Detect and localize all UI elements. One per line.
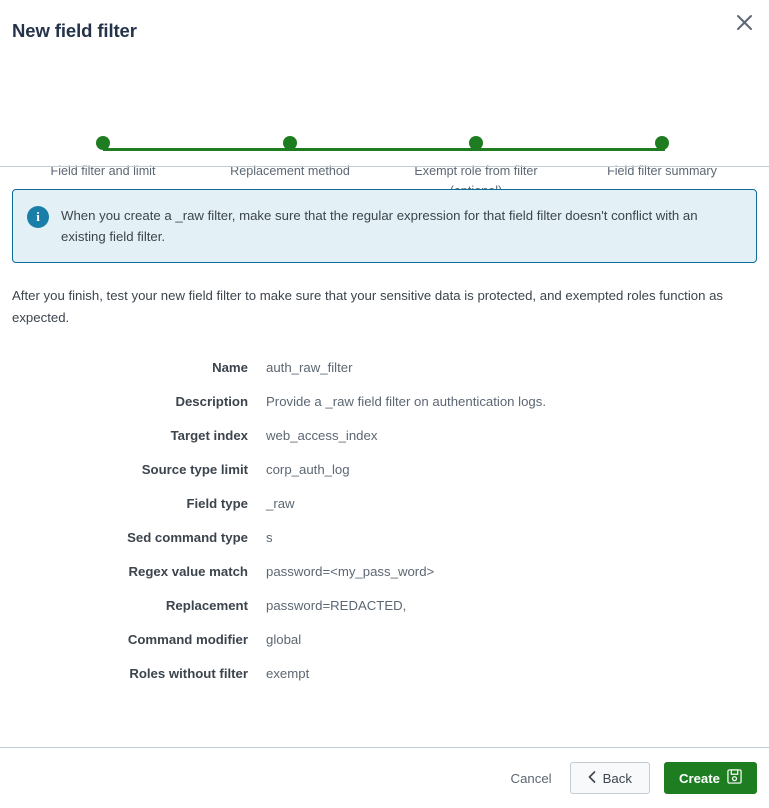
summary-value: global — [266, 632, 302, 647]
summary-value: web_access_index — [266, 428, 378, 443]
summary-label: Sed command type — [127, 530, 248, 545]
new-field-filter-modal: New field filter Field filter and limit … — [0, 0, 769, 808]
summary-label: Name — [212, 360, 248, 375]
summary-label: Field type — [186, 496, 248, 511]
info-banner-text: When you create a _raw filter, make sure… — [61, 208, 698, 244]
modal-body: i When you create a _raw filter, make su… — [0, 167, 769, 747]
cancel-button-label: Cancel — [510, 770, 552, 786]
summary-list: Name auth_raw_filter Description Provide… — [12, 360, 757, 681]
summary-label: Command modifier — [127, 632, 248, 647]
stepper-dot-icon — [655, 136, 669, 150]
progress-stepper: Field filter and limit Replacement metho… — [0, 58, 769, 198]
page-title: New field filter — [12, 20, 137, 41]
summary-row: Source type limit corp_auth_log — [12, 462, 757, 477]
summary-value: exempt — [266, 666, 310, 681]
stepper-dot-icon — [283, 136, 297, 150]
summary-label: Regex value match — [128, 564, 248, 579]
summary-value: corp_auth_log — [266, 462, 350, 477]
summary-row: Sed command type s — [12, 530, 757, 545]
close-button[interactable] — [728, 6, 760, 38]
summary-row: Replacement password=REDACTED, — [12, 598, 757, 613]
save-icon — [727, 769, 742, 787]
stepper-dot-icon — [96, 136, 110, 150]
back-button[interactable]: Back — [569, 762, 650, 794]
summary-value: auth_raw_filter — [266, 360, 353, 375]
modal-header: New field filter — [0, 0, 769, 56]
info-banner: i When you create a _raw filter, make su… — [12, 189, 757, 263]
info-icon: i — [27, 206, 49, 228]
summary-row: Description Provide a _raw field filter … — [12, 394, 757, 409]
summary-value: Provide a _raw field filter on authentic… — [266, 394, 547, 409]
summary-label: Roles without filter — [129, 666, 248, 681]
create-button[interactable]: Create — [663, 762, 757, 794]
stepper-dot-icon — [469, 136, 483, 150]
summary-value: password=REDACTED, — [266, 598, 407, 613]
summary-value: _raw — [266, 496, 295, 511]
summary-value: s — [266, 530, 273, 545]
summary-label: Target index — [170, 428, 248, 443]
summary-row: Roles without filter exempt — [12, 666, 757, 681]
summary-row: Command modifier global — [12, 632, 757, 647]
summary-value: password=<my_pass_word> — [266, 564, 435, 579]
modal-footer: Cancel Back Create — [0, 748, 769, 808]
summary-label: Description — [175, 394, 248, 409]
body-note: After you finish, test your new field fi… — [12, 288, 724, 325]
chevron-left-icon — [588, 770, 596, 786]
summary-row: Field type _raw — [12, 496, 757, 511]
summary-row: Target index web_access_index — [12, 428, 757, 443]
summary-row: Name auth_raw_filter — [12, 360, 757, 375]
cancel-button[interactable]: Cancel — [507, 765, 556, 792]
close-icon — [736, 14, 753, 31]
back-button-label: Back — [602, 770, 632, 786]
create-button-label: Create — [678, 770, 720, 786]
summary-row: Regex value match password=<my_pass_word… — [12, 564, 757, 579]
summary-label: Source type limit — [141, 462, 248, 477]
summary-label: Replacement — [165, 598, 248, 613]
